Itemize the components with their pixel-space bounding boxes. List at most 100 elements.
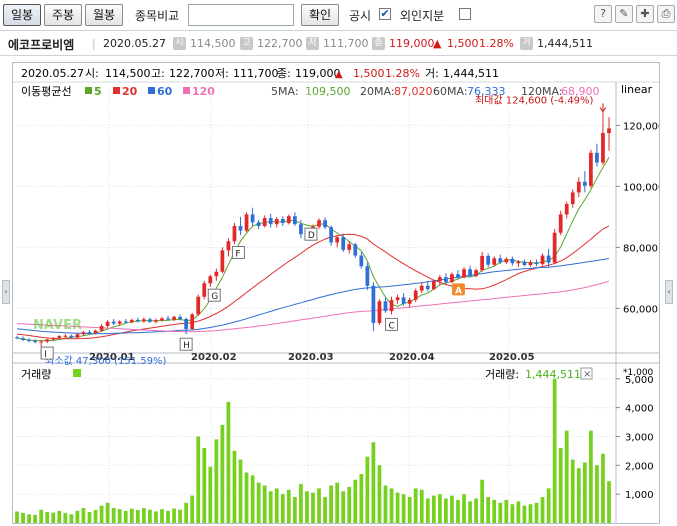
ma-legend-swatch-120 <box>183 87 190 94</box>
candle-body-24 <box>160 318 164 321</box>
candle-body-38 <box>244 214 249 231</box>
candle-body-53 <box>335 237 340 243</box>
candle-body-18 <box>123 321 128 323</box>
ma-legend-items: 5 20 60 120 <box>85 85 215 98</box>
candle-body-69 <box>431 281 436 290</box>
volume-bar-6 <box>51 512 56 523</box>
volume-bar-92 <box>570 459 575 523</box>
candle-body-96 <box>595 152 599 163</box>
daily-button[interactable]: 일봉 <box>3 4 41 26</box>
foreign-label: 외인지분 <box>400 9 445 23</box>
pattern-marker-F: F <box>235 249 240 259</box>
volume-bar-69 <box>431 495 436 523</box>
volume-bar-55 <box>347 486 352 523</box>
disclosure-checkbox[interactable]: ✔ <box>379 8 391 20</box>
volume-bar-81 <box>504 499 509 523</box>
volume-bar-54 <box>341 491 346 523</box>
info-arrow-icon: ▲ <box>433 37 442 50</box>
volume-tick-label-2: 3,000 <box>625 432 654 443</box>
candle-body-78 <box>486 255 491 265</box>
price-tick-label-2: 100,000 <box>623 182 659 193</box>
volume-bar-23 <box>154 511 158 523</box>
candle-body-90 <box>558 214 563 233</box>
volume-bar-94 <box>582 462 587 523</box>
header-open-label: 시: <box>85 67 99 80</box>
ma-value-0: 109,500 <box>305 85 351 98</box>
candle-body-34 <box>220 250 225 272</box>
candle-body-91 <box>564 204 569 215</box>
volume-bar-62 <box>389 488 394 523</box>
foreign-checkbox[interactable] <box>459 8 471 20</box>
candle-body-71 <box>444 277 448 283</box>
volume-bar-9 <box>69 514 74 523</box>
confirm-button[interactable]: 확인 <box>301 4 339 26</box>
candle-body-75 <box>468 269 472 276</box>
disclosure-label: 공시 <box>349 9 372 23</box>
candle-body-45 <box>286 216 291 223</box>
volume-bar-95 <box>589 430 593 523</box>
print-icon[interactable]: ⎙ <box>657 5 675 23</box>
candle-body-58 <box>365 266 370 286</box>
candle-body-83 <box>516 261 521 264</box>
compare-input[interactable] <box>188 4 294 26</box>
weekly-button[interactable]: 주봉 <box>44 4 82 26</box>
volume-bar-80 <box>498 502 503 523</box>
volume-bar-16 <box>111 508 116 523</box>
divider: | <box>92 37 96 50</box>
lightbulb-icon[interactable]: ? <box>594 5 612 23</box>
candle-body-64 <box>401 297 406 304</box>
header-close-label: 종: <box>277 67 291 80</box>
candle-body-33 <box>214 271 219 277</box>
scroll-left-tab[interactable]: › <box>2 280 10 304</box>
pen-icon[interactable]: ✎ <box>615 5 633 23</box>
header-high: 122,700 <box>169 67 215 80</box>
volume-bar-98 <box>607 481 611 523</box>
volume-bar-93 <box>576 468 581 523</box>
candle-body-51 <box>323 220 327 228</box>
volume-bar-46 <box>293 497 297 523</box>
candle-body-65 <box>407 299 412 304</box>
stock-name: 에코프로비엠 <box>8 38 75 52</box>
ma-value-label-0: 5MA: <box>271 85 299 98</box>
header-low: 111,700 <box>233 67 279 80</box>
candle-body-41 <box>262 218 267 226</box>
scroll-right-tab[interactable]: ‹ <box>665 280 673 304</box>
pattern-marker-C: C <box>389 321 395 331</box>
volume-bar-5 <box>45 512 50 523</box>
volume-bar-33 <box>214 439 219 523</box>
volume-bar-47 <box>299 484 303 523</box>
volume-value: 1,444,511 <box>525 368 581 381</box>
close-icon: × <box>583 369 591 380</box>
candle-body-31 <box>202 283 207 297</box>
header-low-label: 저: <box>215 67 229 80</box>
volume-bar-71 <box>444 498 448 523</box>
candle-body-81 <box>504 258 509 263</box>
monthly-button[interactable]: 월봉 <box>85 4 123 26</box>
volume-bar-58 <box>365 456 370 523</box>
crosshair-icon[interactable]: ✚ <box>636 5 654 23</box>
volume-bar-60 <box>377 465 382 523</box>
volume-bar-39 <box>250 475 255 523</box>
volume-bar-40 <box>256 482 261 523</box>
ma-legend-label-120: 120 <box>192 85 215 98</box>
compare-label: 종목비교 <box>135 9 180 23</box>
volume-bar-86 <box>534 502 539 523</box>
candle-body-88 <box>546 255 551 263</box>
candle-body-63 <box>395 297 400 301</box>
candle-body-97 <box>601 133 605 163</box>
volume-title: 거래량 <box>21 368 51 381</box>
volume-bar-67 <box>419 489 424 523</box>
moving-average-lines <box>16 157 610 342</box>
header-open: 114,500 <box>105 67 151 80</box>
volume-bar-2 <box>27 514 31 523</box>
pattern-marker-D: D <box>308 231 315 241</box>
candle-body-86 <box>534 262 539 265</box>
candle-body-93 <box>576 181 581 193</box>
ma-value-label-1: 20MA: <box>360 85 395 98</box>
price-grid <box>13 82 616 353</box>
stock-info-bar: 에코프로비엠 | 2020.05.27 시 114,500 고 122,700 … <box>0 30 677 56</box>
volume-tick-label-1: 2,000 <box>625 461 654 472</box>
volume-bar-14 <box>99 505 104 523</box>
open-badge-icon: 시 <box>173 37 186 50</box>
candle-body-87 <box>540 255 545 265</box>
